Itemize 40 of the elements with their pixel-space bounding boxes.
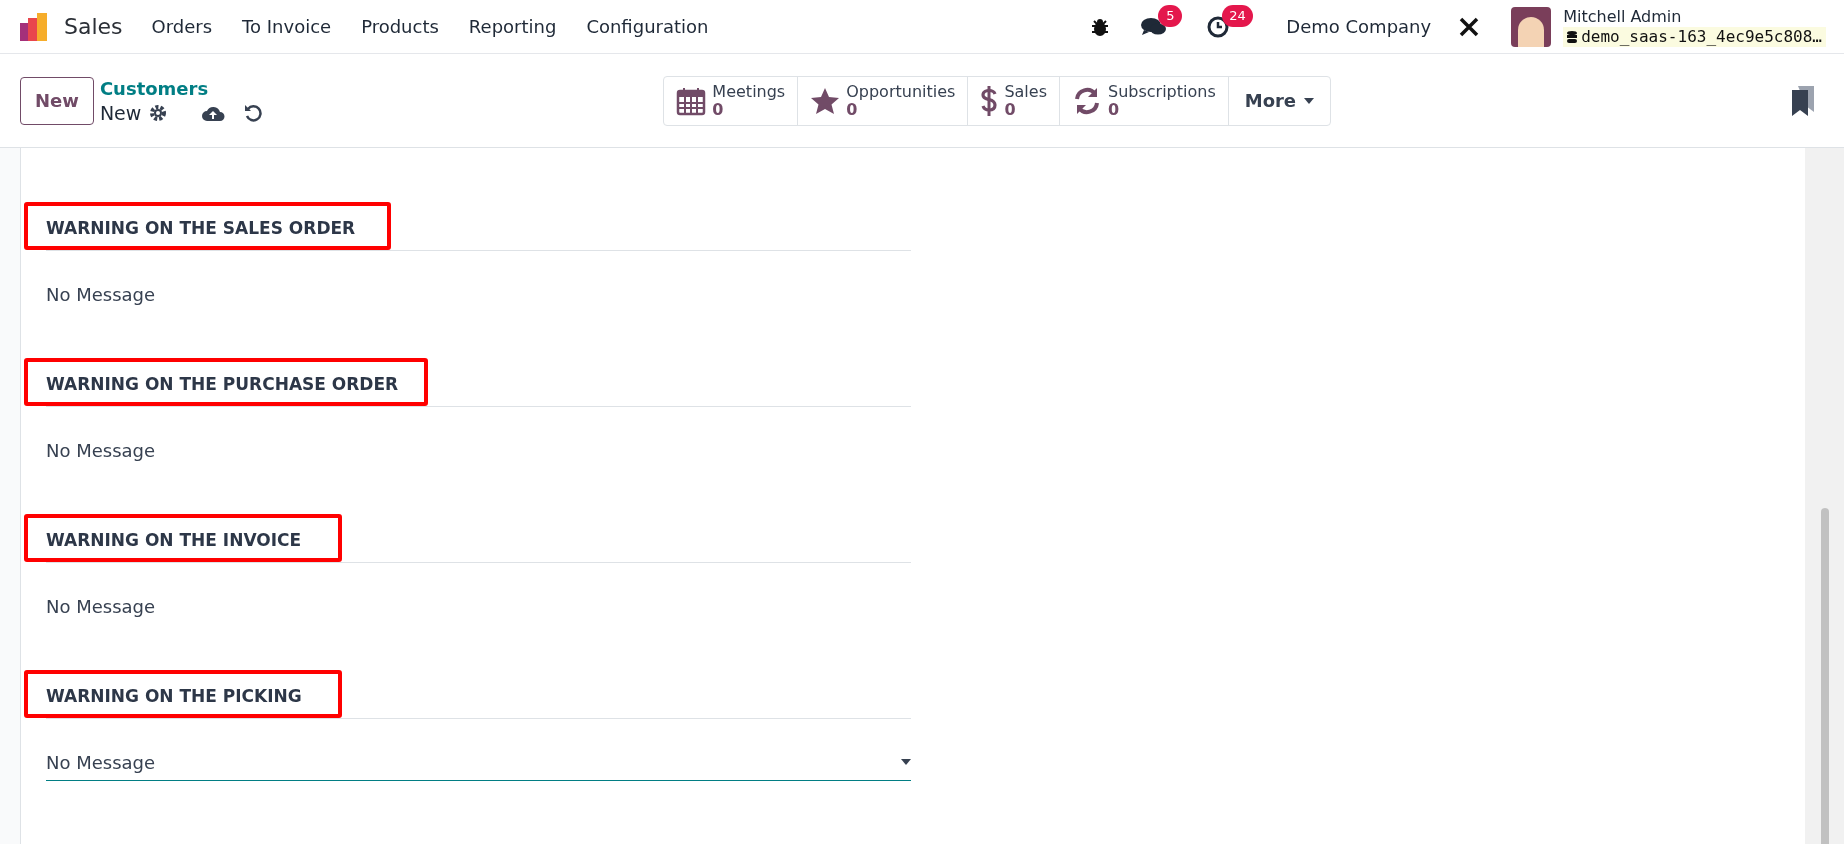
menu-item[interactable]: Configuration	[571, 13, 724, 40]
select-field[interactable]: No Message	[46, 748, 911, 781]
breadcrumb-link[interactable]: Customers	[99, 76, 264, 101]
caret-icon	[901, 759, 911, 765]
message-count-badge: 5	[1158, 4, 1183, 27]
section-heading: WARNING ON THE PURCHASE ORDER	[46, 374, 399, 394]
scrollbar-thumb[interactable]	[1820, 508, 1829, 844]
stat-button[interactable]: Opportunities 0	[797, 76, 968, 125]
record-title: New	[99, 100, 142, 125]
database-name: demo_saas-163_4ec9e5c808…	[1563, 26, 1826, 47]
field-value: No Message	[46, 438, 157, 463]
calendar-icon	[676, 85, 707, 116]
user-name[interactable]: Mitchell Admin	[1563, 6, 1826, 27]
section-heading: WARNING ON THE INVOICE	[46, 530, 302, 550]
section-heading: WARNING ON THE SALES ORDER	[46, 218, 356, 238]
new-button[interactable]: New	[20, 76, 94, 125]
gear-icon[interactable]	[149, 103, 168, 122]
bookmark-icon[interactable]	[1792, 85, 1814, 116]
menu-item[interactable]: Orders	[136, 13, 228, 40]
section-heading: WARNING ON THE PICKING	[46, 686, 302, 706]
stat-button[interactable]: Subscriptions 0	[1058, 76, 1228, 125]
field-value: No Message	[46, 594, 157, 619]
more-button[interactable]: More	[1227, 76, 1331, 125]
menu-item[interactable]: To Invoice	[227, 13, 347, 40]
stat-button[interactable]: Sales 0	[967, 76, 1059, 125]
undo-icon[interactable]	[243, 102, 264, 123]
stat-button[interactable]: Meetings 0	[664, 76, 798, 125]
app-name[interactable]: Sales	[64, 10, 123, 43]
app-logo-icon[interactable]	[18, 10, 50, 43]
menu-item[interactable]: Products	[346, 13, 454, 40]
bug-icon[interactable]	[1090, 16, 1111, 37]
user-avatar[interactable]	[1511, 6, 1552, 47]
activity-count-badge: 24	[1222, 4, 1253, 27]
company-name[interactable]: Demo Company	[1286, 13, 1432, 40]
clock-icon[interactable]	[1206, 14, 1231, 39]
field-value: No Message	[46, 282, 157, 307]
menu-item[interactable]: Reporting	[453, 13, 572, 40]
caret-icon	[1304, 97, 1315, 104]
dollar-icon	[980, 84, 999, 117]
database-icon	[1567, 30, 1578, 43]
